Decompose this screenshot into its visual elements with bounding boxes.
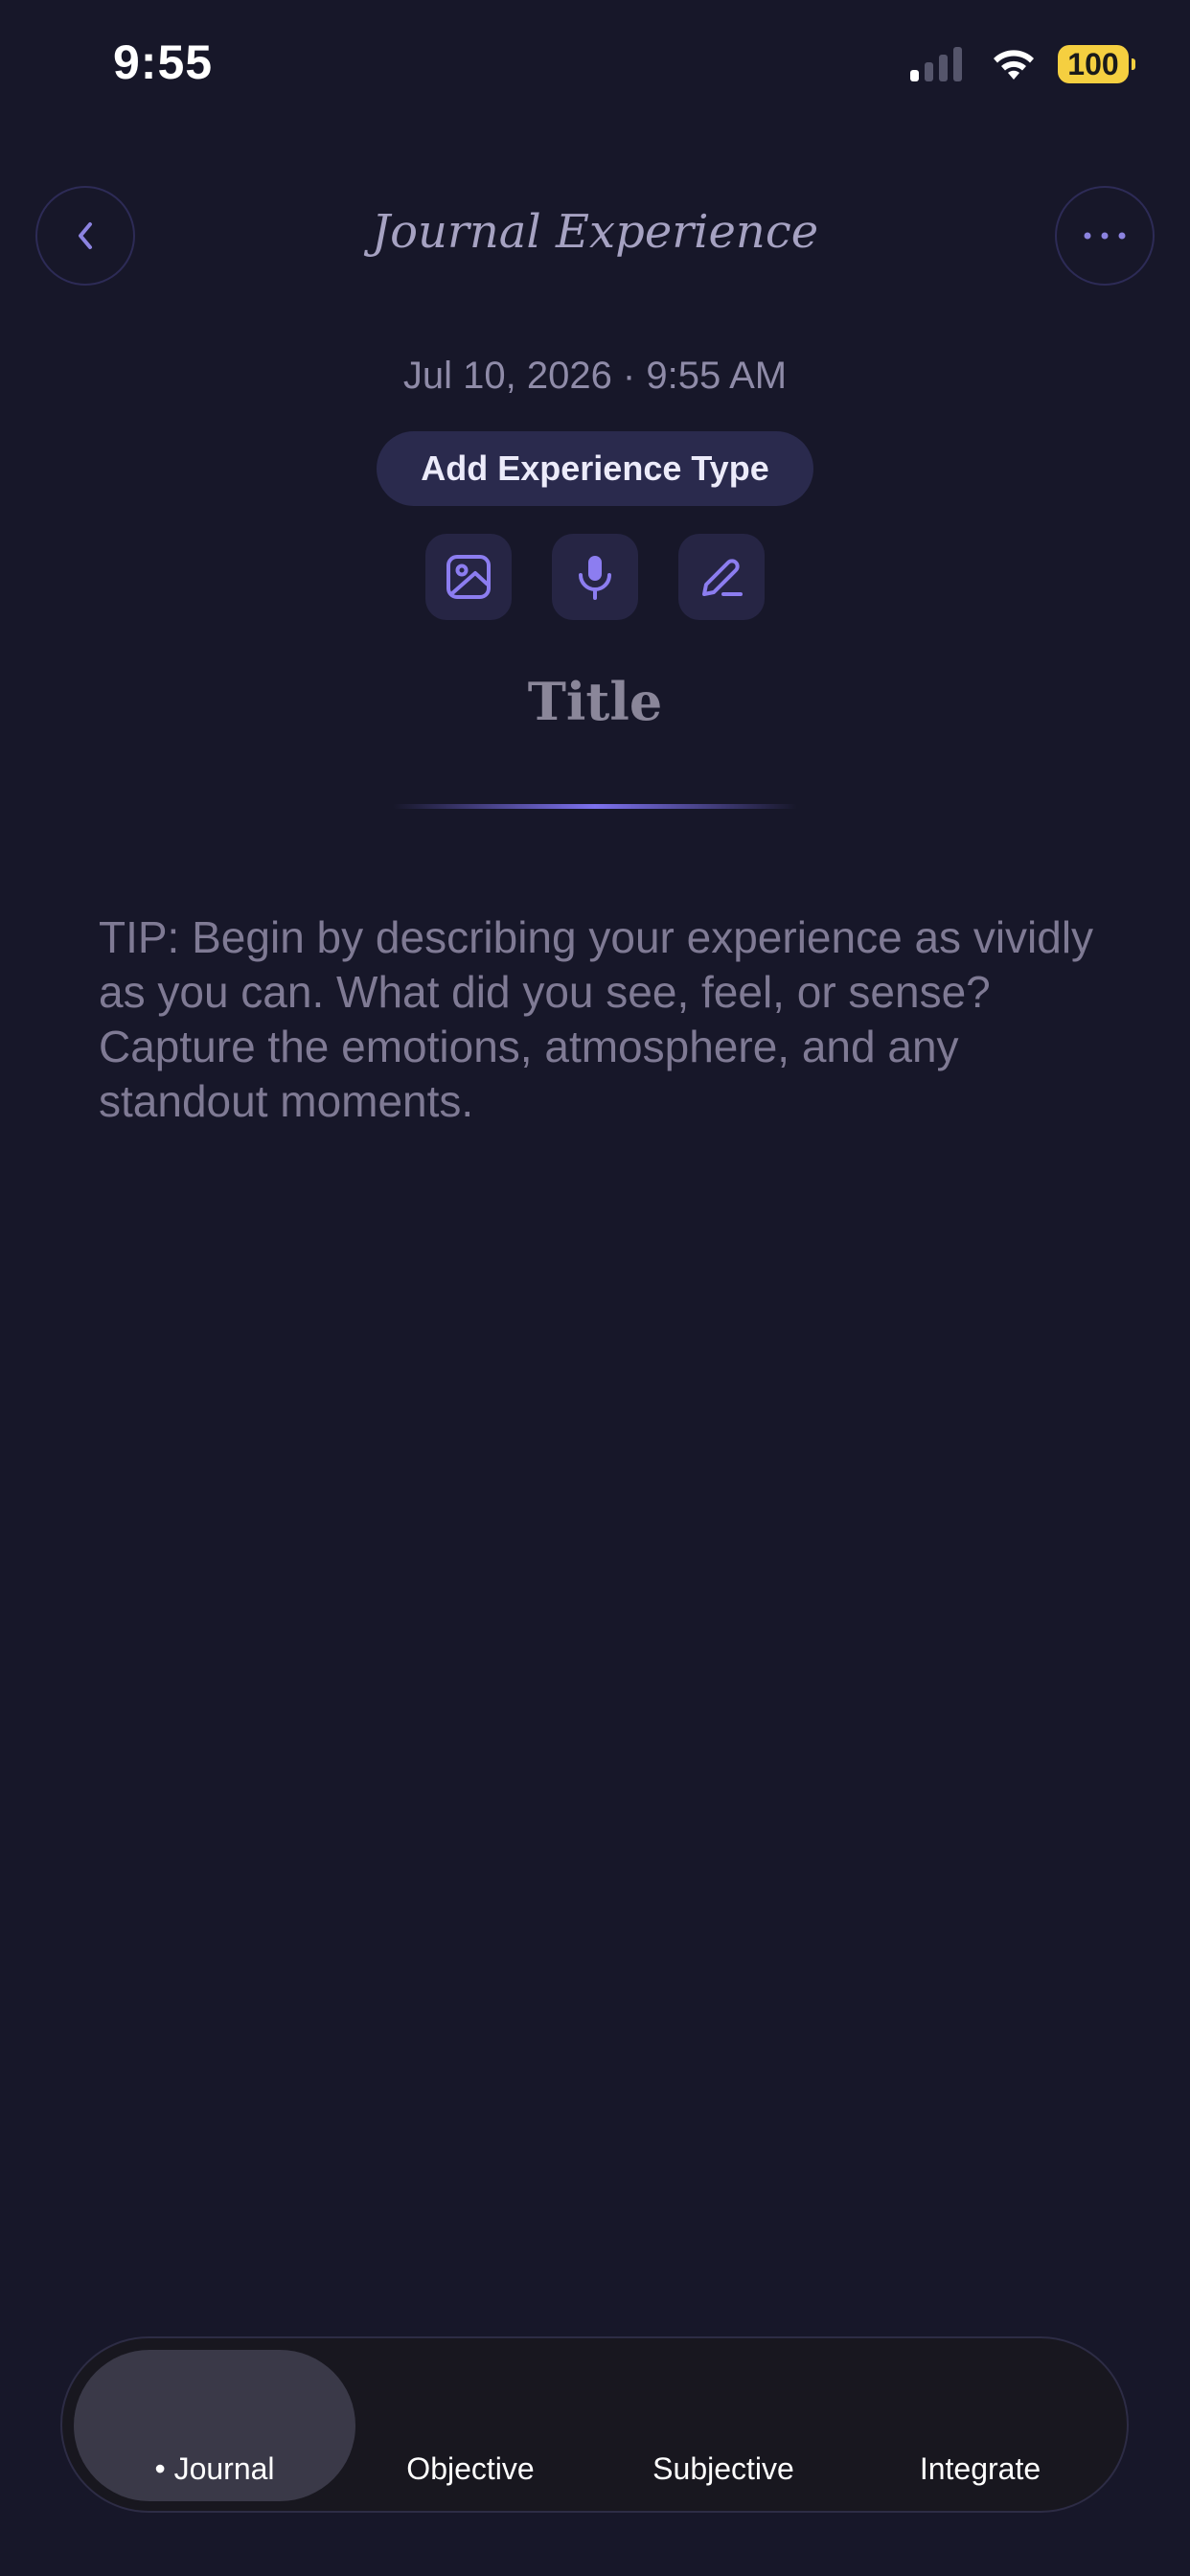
status-time: 9:55 bbox=[113, 35, 214, 89]
tab-integrate[interactable]: Integrate bbox=[856, 2451, 1105, 2487]
image-icon bbox=[446, 555, 491, 599]
tab-objective[interactable]: Objective bbox=[346, 2451, 595, 2487]
wifi-icon bbox=[994, 50, 1034, 80]
ellipsis-icon bbox=[1084, 232, 1126, 240]
title-field[interactable]: Title bbox=[0, 671, 1190, 732]
battery-icon: 100 bbox=[1058, 45, 1135, 83]
add-experience-type-button[interactable]: Add Experience Type bbox=[377, 431, 813, 506]
battery-level: 100 bbox=[1067, 46, 1119, 81]
pen-icon bbox=[702, 559, 743, 596]
status-indicators: 100 bbox=[910, 42, 1135, 86]
microphone-icon bbox=[579, 556, 611, 600]
page-title: Journal Experience bbox=[371, 205, 819, 259]
entry-datetime: Jul 10, 2026 · 9:55 AM bbox=[402, 355, 788, 397]
bottom-tab-bar: • Journal Objective Subjective Integrate bbox=[60, 2336, 1129, 2513]
cellular-signal-icon bbox=[910, 47, 962, 81]
record-audio-button[interactable] bbox=[552, 534, 638, 620]
journal-screen: 9:55 100 Journal Experience Jul 10, 2026… bbox=[0, 0, 1190, 2576]
tab-subjective[interactable]: Subjective bbox=[599, 2451, 848, 2487]
draw-button[interactable] bbox=[678, 534, 765, 620]
title-underline bbox=[393, 804, 797, 809]
add-image-button[interactable] bbox=[425, 534, 512, 620]
tab-journal[interactable]: • Journal bbox=[90, 2451, 339, 2487]
journal-body-field[interactable]: TIP: Begin by describing your experience… bbox=[99, 910, 1105, 1129]
more-options-button[interactable] bbox=[1055, 186, 1155, 286]
